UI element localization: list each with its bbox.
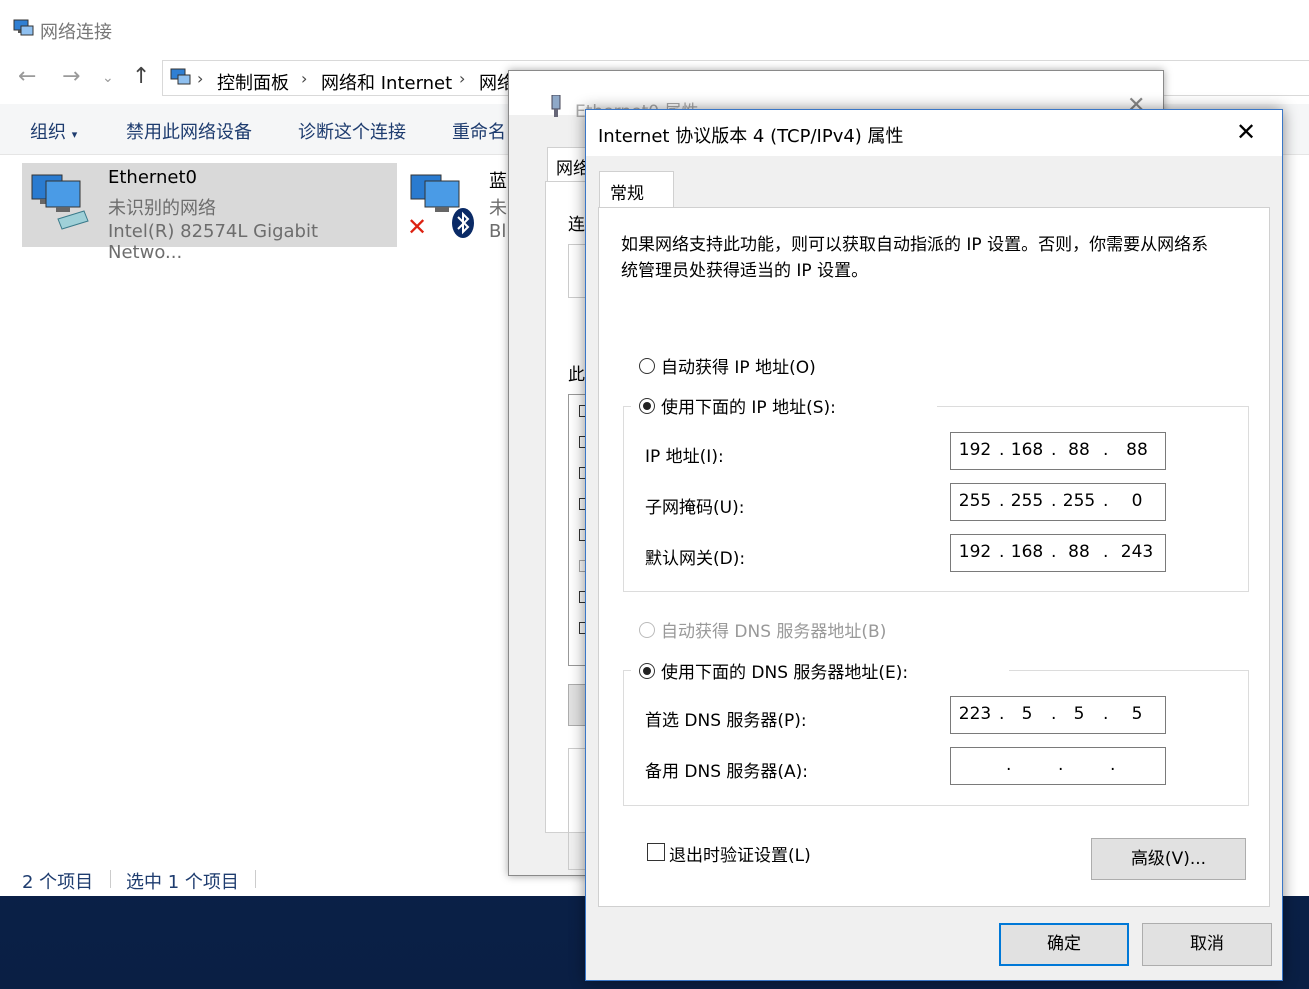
item-count: 2 个项目: [22, 872, 94, 893]
rename-button[interactable]: 重命名: [452, 118, 506, 144]
network-cable-icon: [551, 95, 561, 117]
adapter-name: Ethernet0: [108, 167, 197, 188]
adapter-name: 蓝: [489, 171, 507, 192]
adapter-device: Intel(R) 82574L Gigabit Netwo...: [108, 221, 319, 263]
breadcrumb-separator-icon: ›: [301, 69, 308, 88]
breadcrumb-item[interactable]: 控制面板: [217, 69, 289, 95]
adapter-status: 未识别的网络: [108, 198, 216, 219]
breadcrumb-separator-icon: ›: [197, 69, 204, 88]
adapter-status: 未: [489, 198, 507, 219]
items-label: 此: [568, 365, 585, 385]
dns-manual-label[interactable]: 使用下面的 DNS 服务器地址(E):: [661, 658, 908, 683]
network-connections-icon: [13, 19, 34, 36]
ip-manual-radio[interactable]: [639, 398, 655, 414]
back-arrow-icon[interactable]: ←: [18, 64, 36, 89]
recent-dropdown-icon[interactable]: ⌄: [102, 70, 114, 86]
connect-using-label: 连: [568, 215, 585, 235]
ip-auto-radio[interactable]: [639, 358, 655, 374]
default-gateway-field[interactable]: 192. 168. 88. 243: [950, 534, 1166, 572]
alternate-dns-label: 备用 DNS 服务器(A):: [645, 762, 809, 782]
dns-group: [623, 670, 1249, 806]
dns-auto-radio[interactable]: [639, 622, 655, 638]
adapter-item-ethernet0[interactable]: Ethernet0 未识别的网络 Intel(R) 82574L Gigabit…: [22, 163, 397, 263]
disable-device-button[interactable]: 禁用此网络设备: [126, 118, 252, 144]
preferred-dns-label: 首选 DNS 服务器(P):: [645, 711, 807, 731]
explorer-titlebar: 网络连接: [0, 0, 1309, 58]
network-adapter-icon: [31, 174, 89, 230]
bluetooth-icon: [452, 208, 474, 238]
chevron-down-icon: ▾: [71, 128, 78, 141]
advanced-button[interactable]: 高级(V)...: [1091, 838, 1246, 880]
alternate-dns-field[interactable]: . . .: [950, 747, 1166, 785]
status-bar: 2 个项目 选中 1 个项目: [0, 862, 520, 894]
ip-manual-label[interactable]: 使用下面的 IP 地址(S):: [661, 393, 836, 418]
subnet-mask-label: 子网掩码(U):: [645, 498, 745, 518]
preferred-dns-field[interactable]: 223. 5. 5. 5: [950, 696, 1166, 734]
adapter-device: Bl: [489, 221, 507, 242]
default-gateway-label: 默认网关(D):: [645, 549, 746, 569]
validate-label[interactable]: 退出时验证设置(L): [669, 841, 811, 866]
adapter-item-bluetooth[interactable]: ✕ 蓝 未 Bl: [405, 163, 507, 247]
breadcrumb-item[interactable]: 网络和 Internet: [321, 69, 452, 95]
dialog-titlebar: Internet 协议版本 4 (TCP/IPv4) 属性 ✕: [586, 110, 1282, 156]
subnet-mask-field[interactable]: 255. 255. 255. 0: [950, 483, 1166, 521]
ip-auto-label[interactable]: 自动获得 IP 地址(O): [661, 353, 816, 378]
diagnose-button[interactable]: 诊断这个连接: [298, 118, 406, 144]
ip-address-label: IP 地址(I):: [645, 447, 724, 467]
close-icon[interactable]: ✕: [1236, 118, 1256, 146]
organize-button[interactable]: 组织 ▾: [30, 118, 77, 144]
divider: [255, 870, 256, 888]
forward-arrow-icon[interactable]: →: [62, 64, 80, 89]
description-text: 如果网络支持此功能，则可以获取自动指派的 IP 设置。否则，你需要从网络系统管理…: [621, 235, 1209, 281]
ip-address-field[interactable]: 192. 168. 88. 88: [950, 432, 1166, 470]
dns-auto-label[interactable]: 自动获得 DNS 服务器地址(B): [661, 617, 886, 642]
dns-manual-radio[interactable]: [639, 663, 655, 679]
window-title: 网络连接: [40, 22, 112, 43]
tab-general[interactable]: 常规: [599, 171, 674, 210]
dialog-title: Internet 协议版本 4 (TCP/IPv4) 属性: [598, 126, 904, 147]
general-panel: 如果网络支持此功能，则可以获取自动指派的 IP 设置。否则，你需要从网络系统管理…: [598, 207, 1270, 907]
tcpipv4-properties-dialog: Internet 协议版本 4 (TCP/IPv4) 属性 ✕ 常规 如果网络支…: [585, 109, 1283, 981]
breadcrumb-separator-icon: ›: [459, 69, 466, 88]
control-panel-icon: [170, 68, 191, 85]
disconnected-x-icon: ✕: [407, 213, 428, 241]
cancel-button[interactable]: 取消: [1142, 923, 1272, 966]
up-arrow-icon[interactable]: ↑: [132, 64, 150, 89]
divider: [110, 870, 111, 888]
selected-count: 选中 1 个项目: [126, 872, 239, 893]
ok-button[interactable]: 确定: [999, 923, 1129, 966]
validate-checkbox[interactable]: [647, 843, 665, 861]
